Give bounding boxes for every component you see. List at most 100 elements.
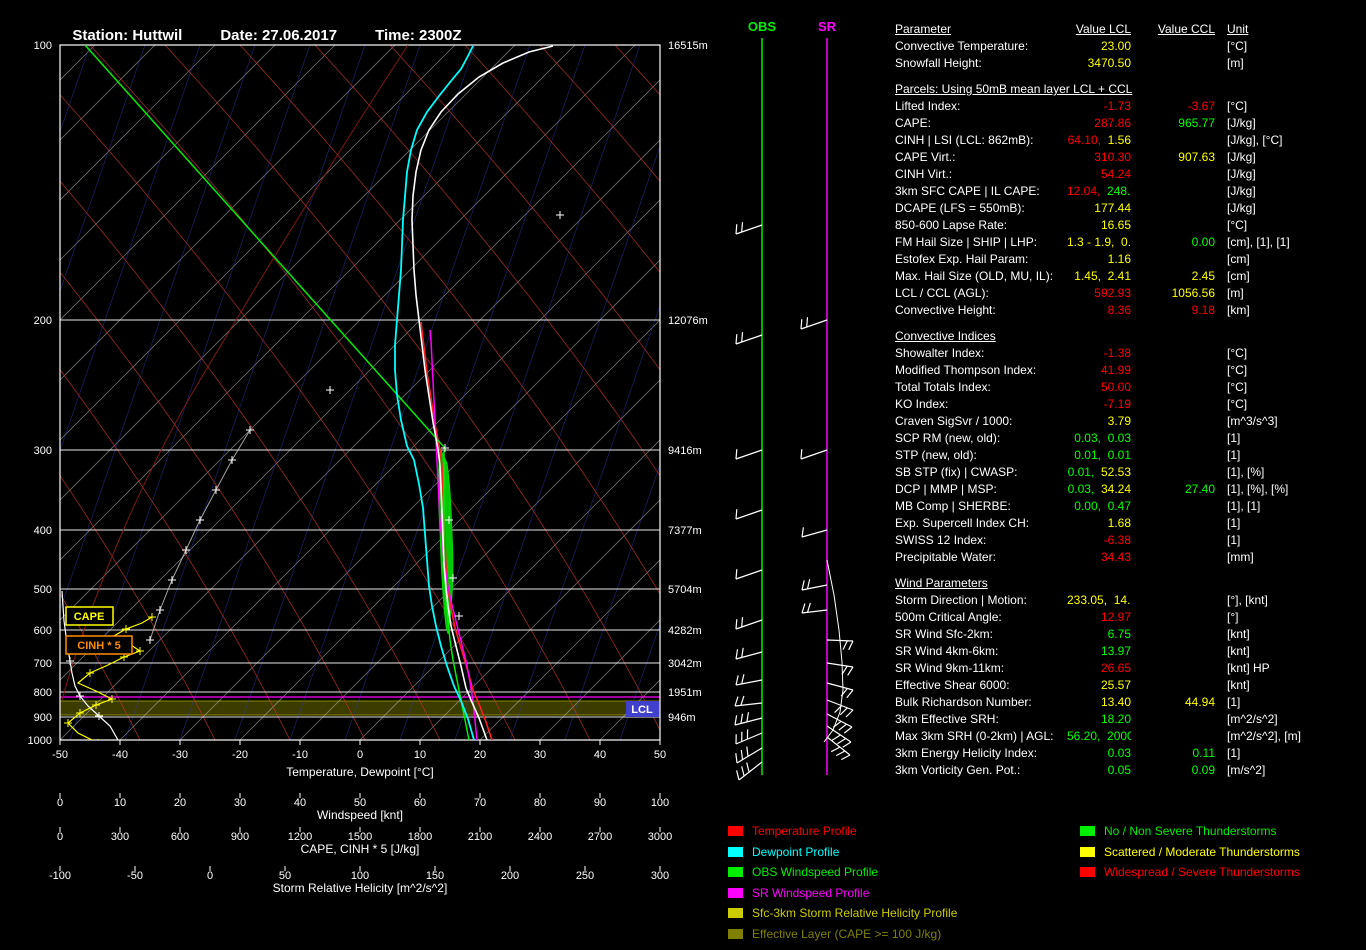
row-label: CAPE: [895,116,932,130]
wind-barb [800,317,828,330]
cape-tick-label: 2700 [588,831,612,843]
wind-barb [800,449,828,460]
value-ccl [1131,252,1215,266]
table-row: Modified Thompson Index: 41.99 [°C] [895,363,1363,380]
legend-swatch [1080,826,1095,837]
row-label: Convective Height: [895,303,996,317]
legend-swatch [1080,867,1095,878]
mixing-ratio-line [509,304,660,740]
value: 8.36 [1107,303,1131,317]
value-ccl [1131,712,1215,726]
table-row: Max 3km SRH (0-2km) | AGL: 56.20, 2000.00… [895,729,1363,746]
row-values: 12.97 [1067,610,1215,624]
value-lcl: 64.10, 1.56 [1067,133,1131,147]
row-unit: [1], [%] [1227,465,1265,479]
table-row: KO Index: -7.19 [°C] [895,397,1363,414]
table-row: Max. Hail Size (OLD, MU, IL): 1.45, 2.41 2… [895,269,1363,286]
srh-tick-label: 0 [207,870,213,882]
row-unit: [m^3/s^3] [1227,414,1278,428]
lcl-box-text: LCL [631,704,653,716]
row-label: CAPE Virt.: [895,150,956,164]
row-unit: [1], [%], [%] [1227,482,1289,496]
mixing-ratio-line [289,45,531,740]
value: 177.44 [1094,201,1131,215]
srh-marker [136,647,144,655]
altitude-label: 16515m [668,40,708,52]
value: 25.57 [1100,678,1131,692]
value: 1.68 [1107,516,1131,530]
wind-barb [735,674,763,686]
value-lcl: 0.00, 0.47 [1067,499,1131,513]
skewt-profiles [61,45,554,740]
value: 0.03 [1107,431,1131,445]
row-values: 56.20, 2000.00 [1067,729,1215,743]
value-lcl: 1.68 [1067,516,1131,530]
value: 26.65 [1100,661,1131,675]
row-values: 1.16 [1067,252,1215,266]
row-values: 310.30 907.63 [1067,150,1215,164]
table-row: Craven SigSvr / 1000: 3.79 [m^3/s^3] [895,414,1363,431]
value-ccl [1131,218,1215,232]
value: 965.77 [1178,116,1215,130]
value-ccl [1131,516,1215,530]
table-row: MB Comp | SHERBE: 0.00, 0.47 [1], [1] [895,499,1363,516]
legend-item: No / Non Severe Thunderstorms [1080,821,1300,842]
value-ccl: 0.11 [1131,746,1215,760]
table-row: SR Wind 9km-11km: 26.65 [knt] HP [895,661,1363,678]
value: 0.03, [1074,431,1108,445]
table-row: DCAPE (LFS = 550mB): 177.44 [J/kg] [895,201,1363,218]
legend-label: Widespread / Severe Thunderstorms [1104,865,1300,880]
mixing-ratio-line [344,45,586,740]
value-ccl [1131,593,1215,607]
row-values: 3.79 [1067,414,1215,428]
value-lcl: 310.30 [1067,150,1131,164]
value: 248.11 [1107,184,1131,198]
row-label: SR Wind 4km-6km: [895,644,999,658]
parameter-table: Parameter Value LCL Value CCL Unit Conve… [895,22,1363,780]
wind-barb [735,569,763,580]
value-lcl: 56.20, 2000.00 [1067,729,1131,743]
profile-marker [212,486,220,494]
value-lcl: -6.38 [1067,533,1131,547]
row-values: 0.03, 34.24 27.40 [1067,482,1215,496]
row-unit: [1] [1227,695,1241,709]
wind-barb [734,695,763,707]
profile-marker [182,546,190,554]
wind-barb [826,725,852,748]
row-label: CINH Virt.: [895,167,953,181]
legend-label: OBS Windspeed Profile [752,865,879,880]
legend-item: OBS Windspeed Profile [728,862,957,883]
wind-tick-label: 80 [534,797,546,809]
wind-tick-label: 60 [414,797,426,809]
wind-barb [735,647,763,660]
table-row: Lifted Index: -1.73 -3.67 [°C] [895,99,1363,116]
row-values: 287.86 965.77 [1067,116,1215,130]
srh-axis-title: Storm Relative Helicity [m^2/s^2] [273,881,448,895]
value-ccl [1131,380,1215,394]
value-lcl: 3.79 [1067,414,1131,428]
legend-swatch [728,887,743,898]
value: 34.24 [1100,482,1131,496]
row-label: Total Totals Index: [895,380,991,394]
table-section-title: Wind Parameters [895,576,988,590]
row-label: Max. Hail Size (OLD, MU, IL): [895,269,1054,283]
row-values: 592.93 1056.56 [1067,286,1215,300]
value-lcl: 34.43 [1067,550,1131,564]
row-values: 16.65 [1067,218,1215,232]
wind-tick-label: 20 [174,797,186,809]
value: 12.97 [1100,610,1131,624]
value-lcl: 0.03 [1067,746,1131,760]
row-unit: [m^2/s^2] [1227,712,1278,726]
value-lcl: 6.75 [1067,627,1131,641]
value: 2.45 [1191,269,1215,283]
cape-label-box: CAPE [65,606,114,626]
row-values: 1.45, 2.41 2.45 [1067,269,1215,283]
value: 3.79 [1107,414,1131,428]
row-unit: [1] [1227,533,1241,547]
value-lcl: 25.57 [1067,678,1131,692]
row-unit: [knt] HP [1227,661,1270,675]
row-values: -1.73 -3.67 [1067,99,1215,113]
wind-barb [801,527,828,538]
value-ccl: 0.09 [1131,763,1215,777]
row-values: 23.00 [1067,39,1215,53]
